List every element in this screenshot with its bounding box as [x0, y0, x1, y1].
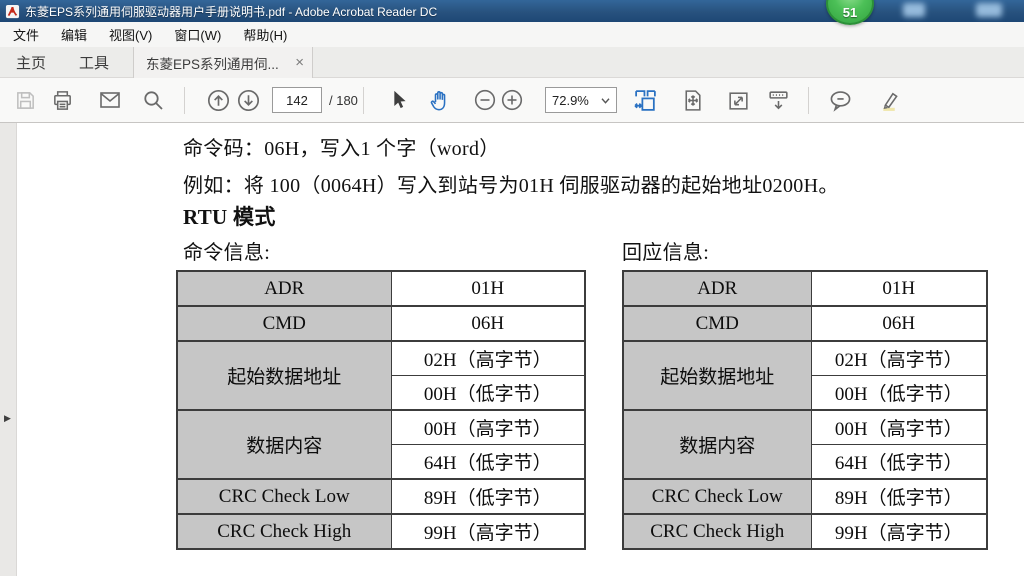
toolbar-separator [363, 87, 364, 114]
select-tool-icon[interactable] [385, 87, 411, 113]
zoom-level-value: 72.9% [552, 93, 601, 108]
page-total-label: / 180 [329, 78, 358, 123]
command-table-caption: 命令信息: [183, 236, 270, 265]
email-icon[interactable] [97, 87, 123, 113]
doc-line-rtu-mode: RTU 模式 [183, 201, 276, 231]
toolbar-separator [808, 87, 809, 114]
page-number-input[interactable]: 142 [272, 87, 322, 113]
window-control-blur [903, 3, 925, 17]
menu-view[interactable]: 视图(V) [98, 22, 163, 47]
table-row: CRC Check High99H（高字节） [623, 514, 987, 549]
tab-home[interactable]: 主页 [0, 47, 62, 78]
tab-tools[interactable]: 工具 [62, 47, 126, 78]
zoom-level-dropdown[interactable]: 72.9% [545, 87, 617, 113]
menu-window[interactable]: 窗口(W) [163, 22, 232, 47]
read-mode-icon[interactable] [765, 87, 791, 113]
menu-bar: 文件 编辑 视图(V) 窗口(W) 帮助(H) [0, 22, 1024, 47]
previous-page-icon[interactable] [205, 87, 231, 113]
expand-nav-pane-icon[interactable]: ▶ [4, 413, 11, 424]
table-row: CMD06H [177, 306, 585, 341]
hand-tool-icon[interactable] [427, 87, 453, 113]
menu-file[interactable]: 文件 [2, 22, 50, 47]
table-row: CRC Check Low89H（低字节） [177, 479, 585, 514]
tab-bar: 主页 工具 东菱EPS系列通用伺... × [0, 47, 1024, 78]
print-icon[interactable] [49, 87, 75, 113]
page-number-value: 142 [286, 93, 308, 108]
toolbar: 142 / 180 72.9% [0, 78, 1024, 123]
close-tab-icon[interactable]: × [295, 55, 304, 70]
document-viewport: ▶ 命令码：06H，写入1 个字（word） 例如：将 100（0064H）写入… [0, 123, 1024, 576]
table-row: CMD06H [623, 306, 987, 341]
menu-help[interactable]: 帮助(H) [232, 22, 298, 47]
save-icon[interactable] [12, 87, 38, 113]
chevron-down-icon [601, 97, 610, 104]
document-tab-label: 东菱EPS系列通用伺... [146, 53, 289, 73]
navigation-pane-strip: ▶ [0, 123, 17, 576]
toolbar-separator [184, 87, 185, 114]
table-row: 起始数据地址02H（高字节） [177, 341, 585, 376]
actual-size-icon[interactable] [725, 87, 751, 113]
table-row: 起始数据地址02H（高字节） [623, 341, 987, 376]
table-row: CRC Check Low89H（低字节） [623, 479, 987, 514]
zoom-in-icon[interactable] [499, 87, 525, 113]
table-row: ADR01H [623, 271, 987, 306]
fit-width-icon[interactable] [632, 87, 658, 113]
table-row: 数据内容00H（高字节） [177, 410, 585, 445]
table-row: 数据内容00H（高字节） [623, 410, 987, 445]
doc-line-command-code: 命令码：06H，写入1 个字（word） [183, 132, 500, 161]
menu-edit[interactable]: 编辑 [50, 22, 98, 47]
highlight-icon[interactable] [875, 87, 901, 113]
table-row: ADR01H [177, 271, 585, 306]
comment-icon[interactable] [827, 87, 853, 113]
fit-page-icon[interactable] [679, 87, 705, 113]
window-title: 东菱EPS系列通用伺服驱动器用户手册说明书.pdf - Adobe Acroba… [25, 3, 437, 20]
response-message-table: ADR01H CMD06H 起始数据地址02H（高字节） 00H（低字节） 数据… [622, 270, 988, 550]
response-table-caption: 回应信息: [622, 236, 709, 265]
next-page-icon[interactable] [235, 87, 261, 113]
table-row: CRC Check High99H（高字节） [177, 514, 585, 549]
zoom-out-icon[interactable] [472, 87, 498, 113]
acrobat-app-icon [5, 4, 20, 19]
tab-document[interactable]: 东菱EPS系列通用伺... × [133, 47, 313, 78]
command-message-table: ADR01H CMD06H 起始数据地址02H（高字节） 00H（低字节） 数据… [176, 270, 586, 550]
search-icon[interactable] [140, 87, 166, 113]
window-control-blur [976, 3, 1002, 17]
doc-line-example: 例如：将 100（0064H）写入到站号为01H 伺服驱动器的起始地址0200H… [183, 169, 839, 198]
